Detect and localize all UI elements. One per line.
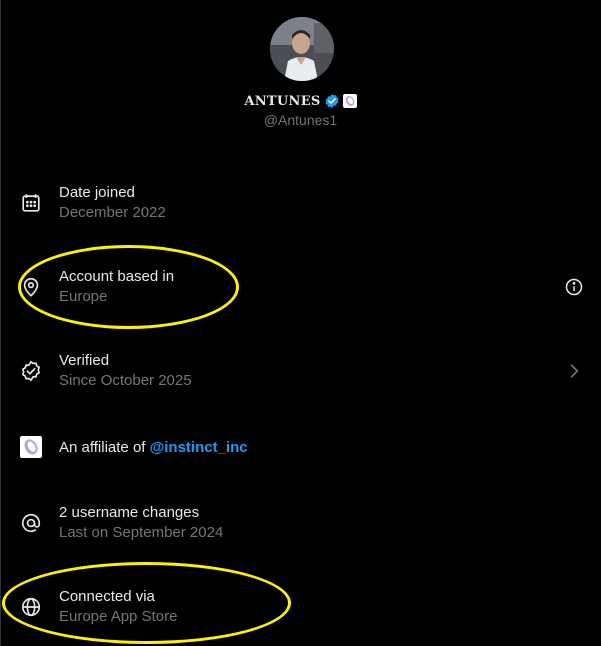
affiliate-logo-icon[interactable] — [342, 94, 357, 108]
info-icon[interactable] — [564, 277, 584, 297]
verified-check-icon — [20, 360, 42, 382]
row-subtitle: Last on September 2024 — [59, 524, 224, 541]
profile-handle: @Antunes1 — [263, 112, 338, 128]
row-verified[interactable]: Verified Since October 2025 — [0, 350, 601, 398]
calendar-icon — [20, 192, 42, 214]
row-date-joined: Date joined December 2022 — [0, 182, 601, 230]
at-sign-icon — [20, 512, 42, 534]
name-row: ANTUNES — [0, 91, 601, 111]
affiliate-prefix: An affiliate of — [59, 439, 150, 456]
avatar-photo — [270, 17, 334, 81]
avatar[interactable] — [270, 17, 334, 81]
row-title: An affiliate of @instinct_inc — [59, 439, 248, 456]
row-username-changes: 2 username changes Last on September 202… — [0, 502, 601, 550]
row-title: Date joined — [59, 184, 135, 201]
row-subtitle: Since October 2025 — [59, 372, 192, 389]
chevron-right-icon[interactable] — [564, 361, 584, 381]
highlight-ellipse-account-based — [18, 245, 239, 329]
row-title: Verified — [59, 352, 110, 369]
highlight-ellipse-connected-via — [2, 562, 291, 644]
display-name[interactable]: ANTUNES — [244, 94, 320, 109]
verified-badge-icon[interactable] — [324, 93, 340, 109]
affiliate-mention-link[interactable]: @instinct_inc — [150, 439, 248, 456]
affiliate-logo-icon[interactable] — [20, 436, 42, 458]
row-subtitle: December 2022 — [59, 204, 166, 221]
row-title: 2 username changes — [59, 504, 200, 521]
row-affiliate: An affiliate of @instinct_inc — [0, 423, 601, 471]
